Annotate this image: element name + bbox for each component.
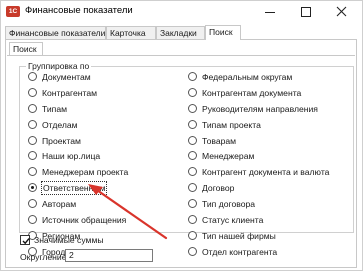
radio-icon (28, 199, 37, 208)
app-icon-text: 1C (8, 8, 18, 15)
radio-icon (188, 167, 197, 176)
radio-icon (188, 247, 197, 256)
significant-sums-label: Значимые суммы (34, 235, 104, 245)
subtab-search[interactable]: Поиск (9, 42, 43, 56)
radio-icon (188, 104, 197, 113)
radio-icon (28, 104, 37, 113)
radio-icon (28, 136, 37, 145)
minimize-icon (265, 12, 275, 13)
app-icon: 1C (6, 6, 20, 17)
radio-icon (28, 88, 37, 97)
radio-icon (28, 183, 37, 192)
radio-icon (28, 151, 37, 160)
close-button[interactable] (324, 1, 360, 23)
radio-icon (188, 120, 197, 129)
radio-icon (188, 88, 197, 97)
radio-icon (188, 231, 197, 240)
rounding-label: Округление (20, 252, 67, 262)
radio-icon (188, 183, 197, 192)
tab-financial-indicators[interactable]: Финансовые показатели (5, 26, 106, 39)
radio-icon (188, 72, 197, 81)
maximize-button[interactable] (288, 1, 324, 23)
window-title: Финансовые показатели (25, 5, 133, 16)
tab-card[interactable]: Карточка (106, 26, 156, 39)
minimize-button[interactable] (252, 1, 288, 23)
window: 1C Финансовые показатели Финансовые пока… (0, 0, 363, 271)
tab-search[interactable]: Поиск (205, 25, 241, 40)
radio-icon (28, 215, 37, 224)
radio-icon (188, 215, 197, 224)
title-bar[interactable]: 1C Финансовые показатели (1, 1, 362, 23)
close-icon (336, 6, 347, 17)
checkmark-icon (22, 238, 30, 245)
tab-bookmarks[interactable]: Закладки (156, 26, 205, 39)
radio-icon (28, 167, 37, 176)
radio-icon (28, 72, 37, 81)
radio-icon (188, 199, 197, 208)
radio-icon (188, 151, 197, 160)
checkbox-icon (20, 235, 30, 245)
radio-icon (28, 120, 37, 129)
rounding-input[interactable]: 2 (65, 249, 153, 262)
radio-icon (188, 136, 197, 145)
maximize-icon (301, 7, 311, 17)
